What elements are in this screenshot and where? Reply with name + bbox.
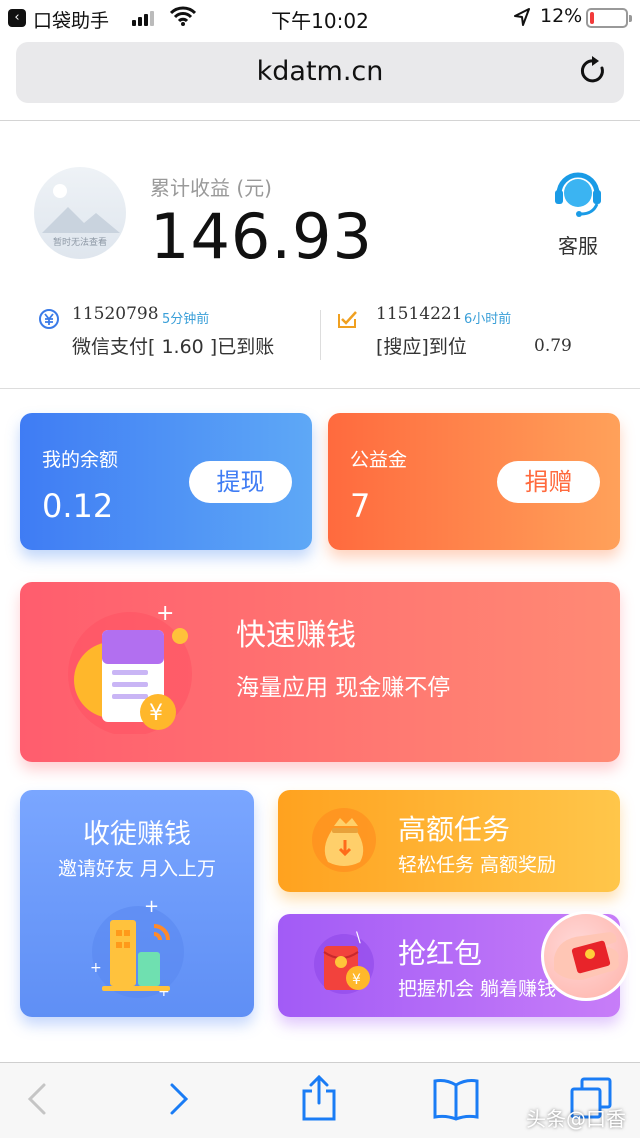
ticker-time-ago: 5分钟前 [162, 312, 210, 327]
svg-text:+: + [156, 604, 174, 626]
balance-title: 我的余额 [42, 449, 119, 471]
svg-text:¥: ¥ [149, 701, 163, 726]
back-arrow-icon[interactable] [24, 1079, 50, 1119]
high-reward-task-card[interactable]: 高额任务 轻松任务 高额奖励 [278, 790, 620, 892]
quick-earn-card[interactable]: + ¥ 快速赚钱 海量应用 现金赚不停 [20, 582, 620, 762]
address-bar[interactable]: kdatm.cn [16, 42, 624, 103]
avatar-caption: 暂时无法查看 [52, 238, 107, 248]
svg-text:+: + [90, 960, 102, 976]
hand-red-envelope-icon [554, 932, 619, 980]
location-arrow-icon [514, 8, 530, 26]
svg-text:+: + [144, 896, 159, 917]
svg-text:¥: ¥ [352, 972, 361, 988]
withdraw-button[interactable]: 提现 [189, 461, 292, 503]
balance-value: 0.12 [42, 487, 114, 525]
donate-button[interactable]: 捐赠 [497, 461, 600, 503]
quick-earn-title: 快速赚钱 [236, 618, 356, 653]
welfare-fund-title: 公益金 [350, 449, 408, 471]
ticker-amount: 0.79 [534, 336, 572, 356]
screen: ‹ 口袋助手 下午10:02 12% kdatm.cn 暂时无法查看 累计收益 … [0, 0, 640, 1138]
app-list-coin-icon: + ¥ [68, 604, 192, 734]
invite-earn-card[interactable]: 收徒赚钱 邀请好友 月入上万 + + + [20, 790, 254, 1017]
red-packet-subtitle: 把握机会 躺着赚钱 [398, 978, 557, 1000]
reload-icon[interactable] [580, 56, 608, 86]
ticker-message: 微信支付[ 1.60 ]已到账 [72, 336, 275, 358]
customer-service-label[interactable]: 客服 [558, 230, 598, 259]
money-bag-icon [312, 808, 376, 872]
building-wifi-icon: + + + [90, 896, 184, 1000]
check-box-icon [338, 311, 357, 328]
browser-toolbar: 头条@口香 [0, 1062, 640, 1138]
ticker-time-ago: 6小时前 [464, 312, 512, 327]
total-earnings-value: 146.93 [150, 200, 373, 273]
battery-icon [586, 8, 632, 28]
total-earnings-label: 累计收益 (元) [150, 176, 272, 200]
bookmarks-icon[interactable] [432, 1077, 480, 1121]
forward-arrow-icon[interactable] [166, 1079, 192, 1119]
avatar[interactable]: 暂时无法查看 [34, 167, 126, 259]
ticker-user-id: 11520798 [72, 304, 159, 324]
floating-red-packet-button[interactable] [541, 911, 631, 1001]
high-reward-task-subtitle: 轻松任务 高额奖励 [398, 854, 557, 876]
ticker-message: [搜应]到位 [376, 336, 467, 358]
customer-service-icon[interactable] [553, 168, 603, 220]
quick-earn-subtitle: 海量应用 现金赚不停 [236, 675, 451, 701]
welfare-fund-card[interactable]: 公益金 7 捐赠 [328, 413, 620, 550]
yuan-coin-icon [39, 309, 59, 329]
battery-percent: 12% [540, 5, 583, 27]
status-bar: ‹ 口袋助手 下午10:02 12% [0, 0, 640, 36]
red-packet-title: 抢红包 [398, 937, 483, 970]
watermark: 头条@口香 [526, 1107, 626, 1131]
invite-earn-subtitle: 邀请好友 月入上万 [57, 858, 217, 880]
svg-text:\: \ [356, 930, 361, 946]
ticker-user-id: 11514221 [376, 304, 463, 324]
ticker-divider [320, 310, 321, 360]
share-icon[interactable] [300, 1073, 338, 1123]
red-envelope-icon: \ ¥ [314, 930, 374, 994]
welfare-fund-value: 7 [350, 487, 371, 525]
divider [0, 388, 640, 389]
high-reward-task-title: 高额任务 [398, 813, 511, 846]
balance-card[interactable]: 我的余额 0.12 提现 [20, 413, 312, 550]
url-text[interactable]: kdatm.cn [16, 56, 624, 87]
invite-earn-title: 收徒赚钱 [83, 819, 191, 850]
divider [0, 120, 640, 121]
